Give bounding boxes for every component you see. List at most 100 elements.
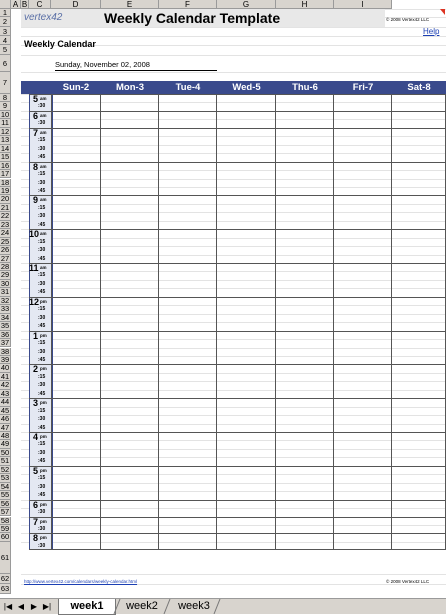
minute-label: :30 [38,145,46,152]
gridline [21,372,446,374]
row-header-6[interactable]: 6 [0,55,11,72]
column-header-e[interactable]: E [101,0,159,9]
row-header-62[interactable]: 62 [0,574,11,584]
minute-label: :15 [38,340,46,347]
column-header-c[interactable]: C [29,0,51,9]
gridline [21,305,446,307]
gridline [21,153,446,155]
day-header-7: Sat-8 [407,82,431,93]
column-header-a[interactable]: A [11,0,21,9]
minute-label: :15 [38,171,46,178]
minute-label: :30 [38,525,46,532]
hour-label: 6 [32,499,38,510]
hour-label: 8 [32,533,38,544]
minute-label: :45 [38,187,46,194]
hour-divider [29,432,446,433]
row-header-61[interactable]: 61 [0,541,11,574]
minute-label: :45 [38,154,46,161]
footer-copyright: © 2008 Vertex42 LLC [386,579,430,584]
gridline [21,102,446,104]
hour-label: 9 [32,195,38,206]
gridline [21,212,446,214]
column-header-g[interactable]: G [217,0,276,9]
hour-label: 5 [32,94,38,104]
column-header-h[interactable]: H [276,0,334,9]
gridline [21,246,446,248]
minute-label: :30 [38,247,46,254]
column-header-i[interactable]: I [334,0,392,9]
gridline [21,415,446,417]
hour-divider [29,161,446,163]
row-header-7[interactable]: 7 [0,72,11,94]
column-header-d[interactable]: D [51,0,101,9]
hour-divider [29,229,446,231]
gridline [21,288,446,290]
gridline [21,220,446,222]
hour-label: 7 [32,127,38,138]
row-header-2[interactable]: 2 [0,17,11,27]
page-title: Weekly Calendar Template [104,10,281,26]
last-sheet-button[interactable]: ▶| [42,601,52,612]
tab-week1[interactable]: week1 [58,599,116,615]
column-header-b[interactable]: B [21,0,29,9]
day-header-1: Sun-2 [62,82,90,93]
minute-label: :15 [38,238,46,245]
row-header-1[interactable]: 1 [0,9,11,17]
minute-label: :15 [38,441,46,448]
gridline [21,237,446,239]
hour-label: 8 [32,161,38,172]
row-header-4[interactable]: 4 [0,36,11,45]
gridline [21,170,446,172]
sheet-tab-bar: |◀ ◀ ▶ ▶| week1 week2 week3 [0,598,446,615]
gridline [21,203,446,205]
gridline [21,313,446,315]
column-header-f[interactable]: F [159,0,217,9]
minute-label: :30 [38,314,46,321]
minute-label: :30 [38,179,46,186]
help-triangle-icon [440,9,445,15]
tab-separators [113,599,221,614]
minute-label: :45 [38,289,46,296]
first-sheet-button[interactable]: |◀ [3,601,13,612]
gridline [21,144,446,146]
minute-label: :30 [38,213,46,220]
hour-label: 10 [29,229,40,240]
start-date-field[interactable]: Sunday, November 02, 2008 [55,60,217,71]
gridline [21,474,446,476]
gridline [21,178,446,180]
row-header-3[interactable]: 3 [0,27,11,36]
row-header-60[interactable]: 60 [0,532,11,542]
gridline [21,36,446,37]
footer-url-link[interactable]: http://www.vertex42.com/calendars/weekly… [24,579,137,584]
next-sheet-button[interactable]: ▶ [29,601,39,612]
minute-label: :15 [38,407,46,414]
minute-label: :45 [38,458,46,465]
cell-area[interactable] [21,9,446,598]
gridline [21,347,446,349]
hour-divider [29,263,446,264]
day-header-3: Tue-4 [175,82,201,93]
hour-divider [29,398,446,400]
row-header-5[interactable]: 5 [0,45,11,55]
gridline [21,423,446,425]
day-header-2: Mon-3 [116,82,144,93]
hour-divider [29,533,446,535]
minute-label: :30 [38,483,46,490]
help-link[interactable]: Help [423,27,439,36]
row-header-63[interactable]: 63 [0,584,11,594]
prev-sheet-button[interactable]: ◀ [16,601,26,612]
gridline [21,541,446,543]
hour-label: 6 [32,110,38,121]
minute-label: :45 [38,424,46,431]
header-copyright: © 2008 Vertex42 LLC [386,17,430,22]
hour-label: 12 [29,296,40,307]
minute-label: :45 [38,390,46,397]
gridline [21,72,446,73]
minute-label: :45 [38,221,46,228]
gridline [21,55,446,56]
hour-label: 4 [32,432,38,442]
hour-divider [29,549,446,550]
minute-label: :15 [38,137,46,144]
hour-divider [29,499,446,501]
hour-divider [29,296,446,298]
